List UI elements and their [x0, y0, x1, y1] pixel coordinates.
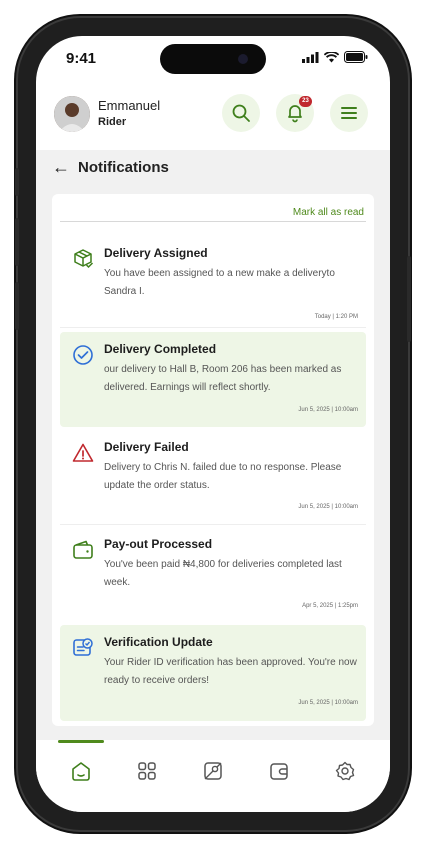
notification-body: You've been paid ₦4,800 for deliveries c… — [104, 559, 342, 588]
notification-title: Pay-out Processed — [104, 537, 213, 551]
search-icon — [232, 104, 250, 122]
divider — [60, 221, 366, 222]
dynamic-island — [160, 44, 266, 74]
page-title-row: ← Notifications — [52, 158, 169, 176]
divider — [60, 524, 366, 525]
user-role: Rider — [98, 116, 127, 128]
notifications-button[interactable]: 23 — [276, 94, 314, 132]
search-button[interactable] — [222, 94, 260, 132]
signal-icon — [302, 51, 319, 63]
notification-item[interactable]: Delivery Completed our delivery to Hall … — [60, 332, 366, 427]
notification-title: Delivery Completed — [104, 342, 217, 356]
battery-icon — [344, 51, 368, 63]
active-tab-indicator — [58, 740, 104, 743]
side-button — [15, 282, 19, 330]
side-button — [407, 256, 411, 342]
mark-all-read-link[interactable]: Mark all as read — [293, 207, 364, 218]
side-button — [15, 168, 19, 196]
notification-body: You have been assigned to a new make a d… — [104, 268, 335, 297]
notification-item[interactable]: Delivery Failed Delivery to Chris N. fai… — [60, 430, 366, 522]
home-icon[interactable] — [70, 760, 92, 782]
notification-count-badge: 23 — [299, 96, 312, 107]
side-button — [15, 218, 19, 266]
divider — [60, 327, 366, 328]
menu-button[interactable] — [330, 94, 368, 132]
check-circle-icon — [73, 345, 93, 365]
notification-date: Jun 5, 2025 | 10:00am — [298, 504, 358, 510]
status-bar: 9:41 — [36, 36, 390, 86]
notification-body: Your Rider ID verification has been appr… — [104, 657, 357, 686]
notification-item[interactable]: Verification Update Your Rider ID verifi… — [60, 625, 366, 721]
map-icon[interactable] — [202, 760, 224, 782]
notification-date: Today | 1:20 PM — [314, 314, 358, 320]
notification-title: Verification Update — [104, 635, 213, 649]
notification-title: Delivery Assigned — [104, 246, 208, 260]
notification-title: Delivery Failed — [104, 440, 189, 454]
menu-icon — [341, 107, 357, 119]
notification-body: Delivery to Chris N. failed due to no re… — [104, 462, 342, 491]
settings-icon[interactable] — [334, 760, 356, 782]
notification-date: Jun 5, 2025 | 10:00am — [298, 407, 358, 413]
back-arrow-icon[interactable]: ← — [52, 158, 70, 176]
avatar[interactable] — [54, 96, 90, 132]
notification-date: Apr 5, 2025 | 1:25pm — [302, 603, 358, 609]
user-name: Emmanuel — [98, 98, 161, 113]
notifications-card: Mark all as read Delivery Assigned You h… — [52, 194, 374, 726]
page-title: Notifications — [78, 158, 169, 176]
notification-item[interactable]: Delivery Assigned You have been assigned… — [60, 236, 366, 326]
bottom-nav — [36, 740, 390, 812]
wallet-icon — [73, 540, 93, 559]
notification-date: Jun 5, 2025 | 10:00am — [298, 700, 358, 706]
warning-triangle-icon — [72, 443, 94, 462]
id-verified-icon — [73, 638, 93, 656]
wifi-icon — [324, 51, 339, 62]
notification-body: our delivery to Hall B, Room 206 has bee… — [104, 364, 342, 393]
screen: 9:41 Emmanuel Rider 23 ← Notifications M… — [36, 36, 390, 812]
app-header: Emmanuel Rider 23 — [36, 88, 390, 148]
package-check-icon — [74, 249, 94, 269]
status-time: 9:41 — [66, 50, 97, 67]
wallet-icon[interactable] — [268, 760, 290, 782]
notification-item[interactable]: Pay-out Processed You've been paid ₦4,80… — [60, 527, 366, 619]
grid-icon[interactable] — [136, 760, 158, 782]
